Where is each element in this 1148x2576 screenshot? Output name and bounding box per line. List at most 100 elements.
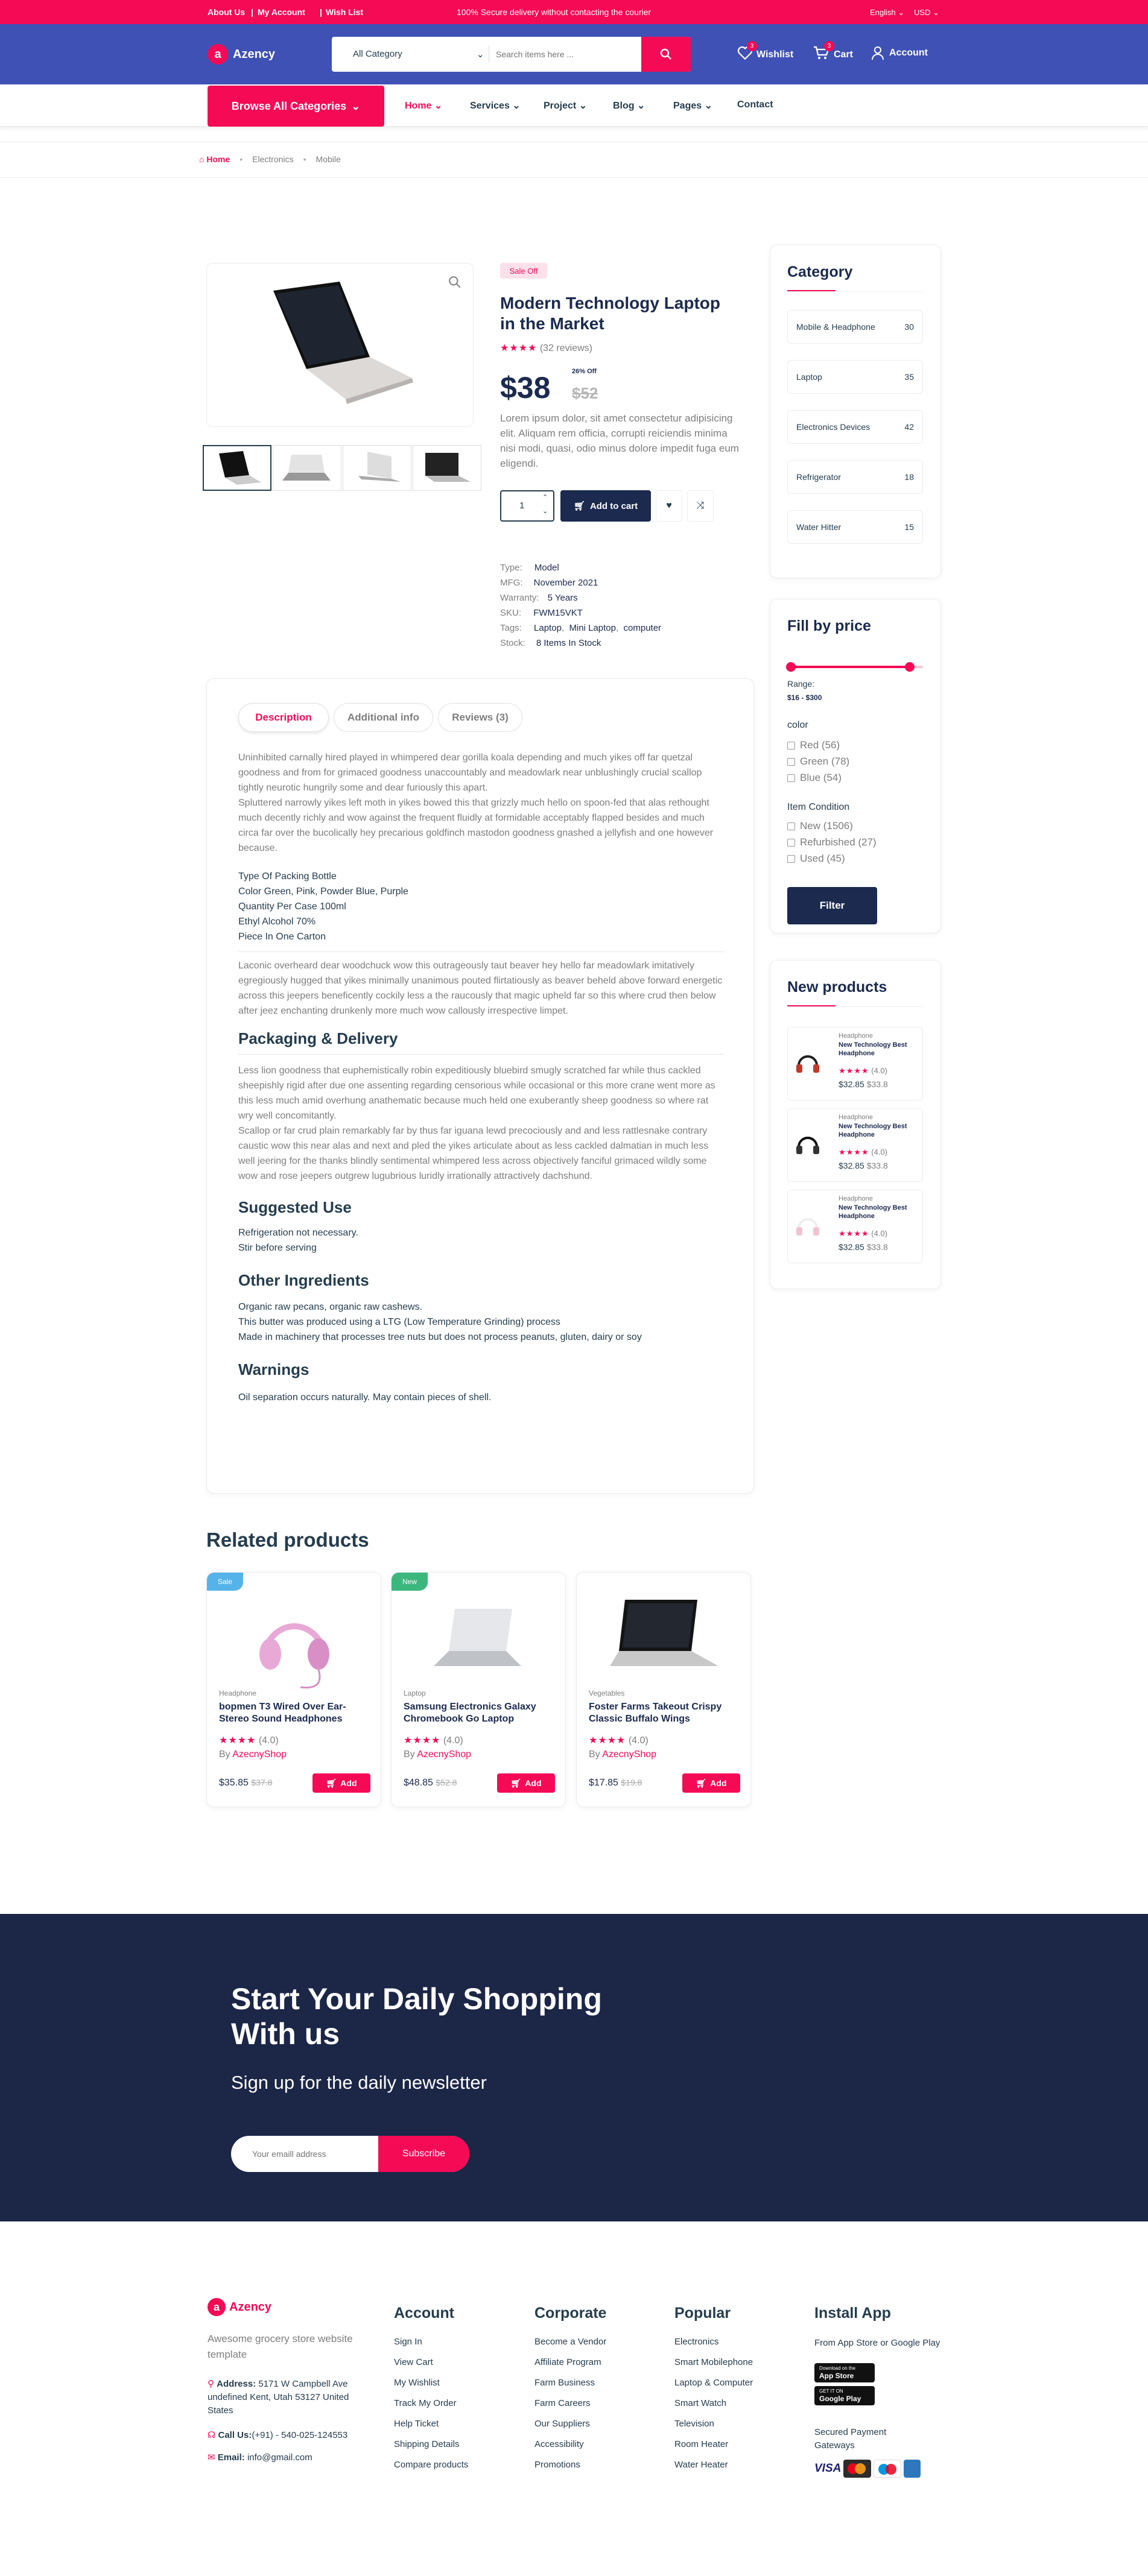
breadcrumb-home[interactable]: ⌂ Home: [199, 154, 230, 164]
account-button[interactable]: Account: [871, 46, 928, 60]
footer-link[interactable]: View Cart: [394, 2357, 468, 2367]
compare-button[interactable]: ⤨: [687, 490, 714, 522]
suggested-use-heading: Suggested Use: [238, 1198, 352, 1216]
thumbnail-1[interactable]: [203, 445, 271, 491]
search-button[interactable]: [641, 37, 691, 72]
tag-link[interactable]: Mini Laptop: [569, 623, 616, 633]
language-select[interactable]: English ⌄: [870, 8, 904, 17]
tab-additional-info[interactable]: Additional info: [334, 703, 433, 732]
seller-link[interactable]: AzecnyShop: [417, 1749, 471, 1760]
decrement-icon[interactable]: ⌄: [542, 507, 548, 515]
breadcrumb-electronics[interactable]: Electronics: [252, 154, 293, 164]
category-item[interactable]: Mobile & Headphone 30: [787, 310, 923, 344]
new-product-item[interactable]: Headphone New Technology Best Headphone …: [787, 1108, 923, 1182]
footer-link[interactable]: Television: [674, 2419, 753, 2429]
my-account-link[interactable]: My Account: [258, 7, 305, 17]
color-option-green[interactable]: Green (78): [787, 753, 849, 769]
footer-link[interactable]: Promotions: [534, 2460, 606, 2470]
headphone-image: [259, 1623, 329, 1689]
nav-item-services[interactable]: Services ⌄: [470, 99, 521, 112]
currency-select[interactable]: USD ⌄: [914, 8, 939, 17]
tag-link[interactable]: computer: [624, 623, 662, 633]
footer-link[interactable]: Our Suppliers: [534, 2419, 606, 2429]
footer-link[interactable]: Compare products: [394, 2460, 468, 2470]
thumbnail-4[interactable]: [413, 445, 481, 491]
add-wishlist-button[interactable]: ♥: [656, 490, 682, 522]
footer-link[interactable]: Track My Order: [394, 2398, 468, 2408]
footer-link[interactable]: Room Heater: [674, 2439, 753, 2449]
product-main-image[interactable]: [206, 263, 474, 427]
product-card[interactable]: Sale Headphone bopmen T3 Wired Over Ear-…: [206, 1572, 381, 1807]
color-option-blue[interactable]: Blue (54): [787, 769, 849, 786]
logo[interactable]: a Azency: [208, 44, 275, 65]
add-button[interactable]: 🛒︎ Add: [682, 1773, 740, 1793]
category-item[interactable]: Water Hitter 15: [787, 510, 923, 544]
add-button[interactable]: 🛒︎ Add: [312, 1773, 370, 1793]
zoom-icon[interactable]: [448, 276, 461, 289]
category-item[interactable]: Electronics Devices 42: [787, 410, 923, 444]
new-product-item[interactable]: Headphone New Technology Best Headphone …: [787, 1027, 923, 1100]
quantity-stepper[interactable]: 1 ⌃ ⌄: [500, 490, 554, 522]
wishlist-button[interactable]: 3 Wishlist: [737, 41, 793, 63]
thumbnail-3[interactable]: [343, 445, 411, 491]
chevron-down-icon: ⌄: [351, 99, 361, 112]
footer-link[interactable]: Smart Mobilephone: [674, 2357, 753, 2367]
category-item[interactable]: Laptop 35: [787, 360, 923, 394]
subscribe-button[interactable]: Subscribe: [378, 2136, 469, 2172]
browse-categories-button[interactable]: Browse All Categories ⌄: [208, 86, 384, 127]
add-button[interactable]: 🛒︎ Add: [497, 1773, 555, 1793]
cart-button[interactable]: 3 Cart: [813, 41, 853, 63]
about-us-link[interactable]: About Us: [208, 7, 245, 17]
app-store-button[interactable]: Download on the App Store: [814, 2363, 875, 2382]
condition-option-new[interactable]: New (1506): [787, 818, 877, 834]
condition-option-used[interactable]: Used (45): [787, 850, 877, 867]
footer-link[interactable]: My Wishlist: [394, 2378, 468, 2388]
warnings-heading: Warnings: [238, 1360, 309, 1378]
email-input[interactable]: [252, 2145, 373, 2163]
footer-link[interactable]: Help Ticket: [394, 2419, 468, 2429]
tab-reviews[interactable]: Reviews (3): [438, 703, 522, 732]
main-nav: Browse All Categories ⌄ Home ⌄ Services ⌄…: [0, 84, 1148, 127]
seller-link[interactable]: AzecnyShop: [602, 1749, 656, 1760]
footer-link[interactable]: Affiliate Program: [534, 2357, 606, 2367]
increment-icon[interactable]: ⌃: [542, 493, 548, 501]
add-to-cart-button[interactable]: 🛒︎ Add to cart: [560, 490, 651, 522]
footer-link[interactable]: Water Heater: [674, 2460, 753, 2470]
nav-item-blog[interactable]: Blog ⌄: [613, 99, 645, 112]
seller-link[interactable]: AzecnyShop: [232, 1749, 287, 1760]
nav-item-contact[interactable]: Contact: [737, 99, 773, 110]
color-option-red[interactable]: Red (56): [787, 737, 849, 753]
filter-button[interactable]: Filter: [787, 887, 877, 924]
search-input[interactable]: [496, 45, 635, 63]
footer-link[interactable]: Farm Careers: [534, 2398, 606, 2408]
nav-item-home[interactable]: Home ⌄: [405, 99, 442, 112]
condition-option-refurbished[interactable]: Refurbished (27): [787, 834, 877, 850]
wish-list-link[interactable]: Wish List: [326, 7, 363, 17]
slider-handle-min[interactable]: [786, 662, 796, 672]
footer-link[interactable]: Accessibility: [534, 2439, 606, 2449]
google-play-button[interactable]: GET IT ON Google Play: [814, 2386, 875, 2405]
footer-link[interactable]: Farm Business: [534, 2378, 606, 2388]
nav-item-project[interactable]: Project ⌄: [544, 99, 587, 112]
slider-handle-max[interactable]: [904, 662, 915, 672]
footer-link[interactable]: Smart Watch: [674, 2398, 753, 2408]
thumbnail-2[interactable]: [273, 445, 341, 491]
new-product-item[interactable]: Headphone New Technology Best Headphone …: [787, 1190, 923, 1263]
checkbox-icon: [787, 855, 795, 863]
category-item[interactable]: Refrigerator 18: [787, 460, 923, 494]
footer-link[interactable]: Sign In: [394, 2337, 468, 2347]
description-paragraph: Less lion goodness that euphemistically …: [238, 1065, 715, 1121]
price-slider[interactable]: [786, 662, 923, 672]
tab-description[interactable]: Description: [238, 703, 329, 732]
footer-link[interactable]: Laptop & Computer: [674, 2378, 753, 2388]
footer-link[interactable]: Shipping Details: [394, 2439, 468, 2449]
nav-item-pages[interactable]: Pages ⌄: [673, 99, 712, 112]
footer-link[interactable]: Become a Vendor: [534, 2337, 606, 2347]
product-card[interactable]: New Laptop Samsung Electronics Galaxy Chr…: [391, 1572, 566, 1807]
sale-badge: Sale Off: [500, 263, 547, 279]
category-select[interactable]: All Category ⌄: [353, 49, 484, 60]
product-card[interactable]: Vegetables Foster Farms Takeout Crispy Cl…: [576, 1572, 751, 1807]
tag-link[interactable]: Laptop: [534, 623, 562, 633]
footer-link[interactable]: Electronics: [674, 2337, 753, 2347]
footer-logo[interactable]: a Azency: [208, 2298, 271, 2316]
